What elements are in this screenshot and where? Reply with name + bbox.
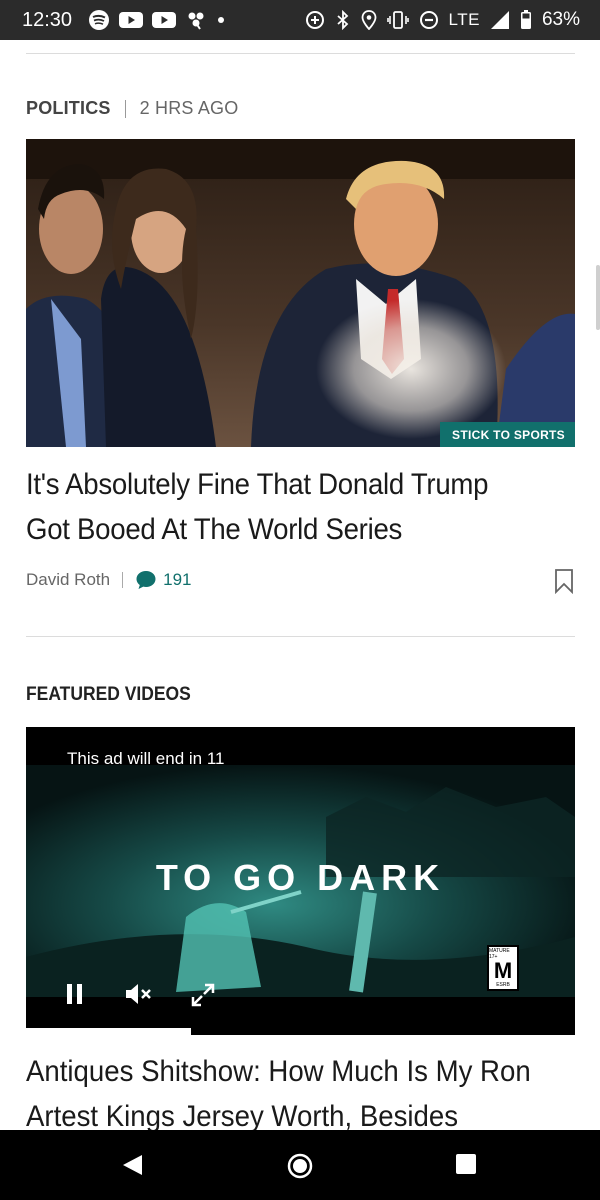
navigation-bar: [0, 1130, 600, 1200]
pause-icon[interactable]: [64, 982, 86, 1011]
video-player[interactable]: This ad will end in 11 TO GO DARK MATURE…: [26, 727, 575, 1035]
comment-icon: [136, 571, 156, 589]
pinwheel-icon: [185, 9, 207, 31]
video-title-text: TO GO DARK: [155, 857, 446, 898]
battery-percent: 63%: [541, 9, 580, 30]
video-progress-fill: [26, 1028, 191, 1035]
photo: [26, 139, 575, 447]
status-time: 12:30: [22, 8, 73, 31]
vibrate-icon: [386, 11, 409, 29]
meta-separator: [124, 99, 126, 118]
network-type: LTE: [448, 10, 480, 29]
bluetooth-icon: [335, 10, 351, 30]
battery-icon: [520, 10, 532, 30]
author-name[interactable]: David Roth: [26, 570, 110, 590]
category-label[interactable]: POLITICS: [26, 98, 111, 119]
scrollbar-thumb[interactable]: [596, 265, 600, 330]
data-saver-icon: [305, 10, 325, 30]
back-icon[interactable]: [120, 1152, 146, 1183]
article-byline: David Roth 191: [26, 566, 575, 595]
image-tag[interactable]: STICK TO SPORTS: [440, 422, 575, 447]
byline-separator: [122, 572, 124, 588]
signal-icon: [490, 10, 510, 30]
next-article-headline[interactable]: Antiques Shitshow: How Much Is My Ron Art…: [26, 1049, 541, 1139]
comments-link[interactable]: 191: [135, 569, 191, 591]
article-image[interactable]: STICK TO SPORTS: [26, 139, 575, 447]
divider: [26, 636, 575, 637]
headline-line-1: Antiques Shitshow: How Much Is My Ron: [26, 1055, 531, 1088]
rating-bottom: ESRB: [496, 982, 510, 988]
headline-line-2: Artest Kings Jersey Worth, Besides: [26, 1100, 459, 1133]
notification-icons: [88, 9, 226, 31]
esrb-rating-badge: MATURE 17+ M ESRB: [487, 945, 519, 991]
fullscreen-icon[interactable]: [190, 982, 216, 1013]
dnd-icon: [419, 10, 439, 30]
bookmark-icon[interactable]: [553, 568, 575, 599]
youtube-icon: [152, 11, 177, 29]
location-icon: [361, 10, 377, 30]
system-icons: LTE 63%: [305, 9, 580, 31]
mute-icon[interactable]: [124, 982, 154, 1011]
section-title: FEATURED VIDEOS: [26, 684, 191, 705]
timestamp: 2 HRS AGO: [139, 98, 239, 118]
ad-countdown: This ad will end in 11: [67, 749, 225, 768]
home-icon[interactable]: [286, 1152, 314, 1185]
status-bar: 12:30 LTE 63%: [0, 0, 600, 40]
comment-count: 191: [163, 570, 192, 589]
divider: [26, 53, 575, 54]
recents-icon[interactable]: [454, 1152, 478, 1181]
youtube-icon: [119, 11, 144, 29]
video-progress-bar[interactable]: [26, 1028, 575, 1035]
dot-icon: [216, 15, 226, 25]
article-headline[interactable]: It's Absolutely Fine That Donald Trump G…: [26, 462, 531, 552]
article-meta: POLITICS 2 HRS AGO: [26, 98, 238, 119]
rating-letter: M: [493, 958, 513, 983]
spotify-icon: [88, 9, 110, 31]
